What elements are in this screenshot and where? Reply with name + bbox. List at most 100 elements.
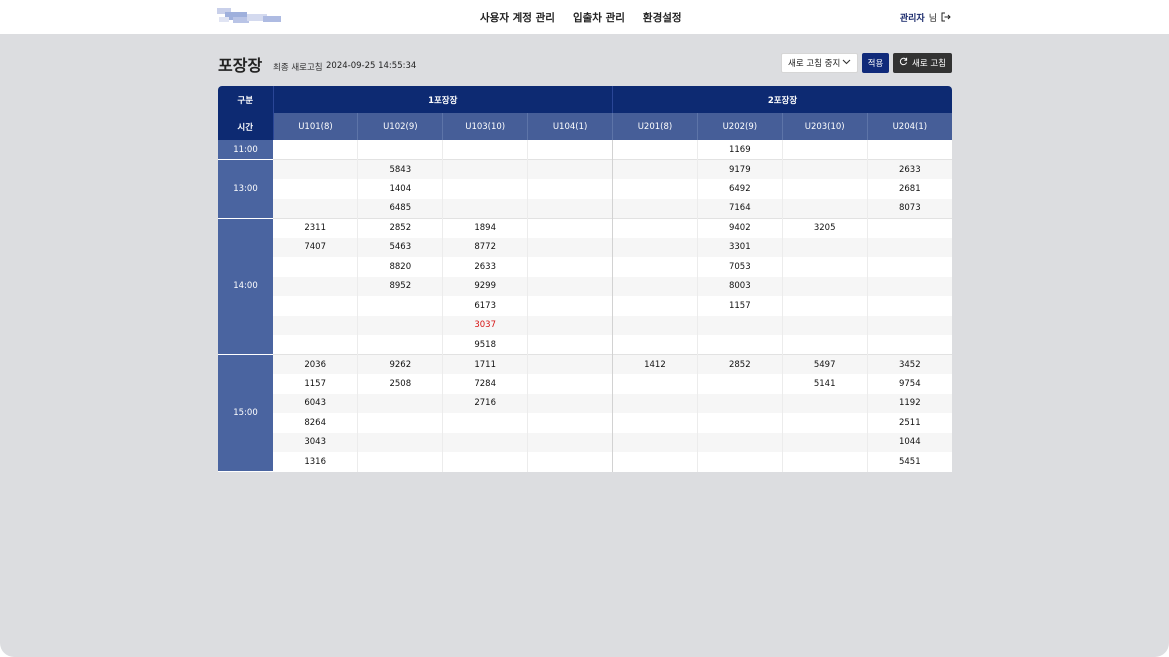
table-cell: 5463 bbox=[357, 237, 444, 257]
table-cell bbox=[867, 217, 952, 238]
table-cell: 5141 bbox=[782, 374, 868, 394]
table-cell bbox=[527, 374, 613, 394]
table-cell bbox=[442, 413, 529, 433]
table-cell bbox=[612, 217, 698, 238]
table-cell: 1044 bbox=[867, 432, 952, 452]
table-cell bbox=[612, 315, 698, 335]
table-cell bbox=[357, 452, 444, 472]
table-cell bbox=[612, 257, 698, 277]
nav-user-account[interactable]: 사용자 계정 관리 bbox=[480, 10, 555, 25]
table-cell: 7053 bbox=[697, 257, 783, 277]
table-cell: 2508 bbox=[357, 374, 444, 394]
table-cell bbox=[442, 432, 529, 452]
table-cell bbox=[527, 237, 613, 257]
column-header: U104(1) bbox=[527, 113, 613, 140]
table-cell: 8952 bbox=[357, 276, 444, 296]
table-row: 7407 5463 8772 3301 bbox=[218, 237, 952, 257]
column-header: U203(10) bbox=[782, 113, 868, 140]
table-row: 9518 bbox=[218, 335, 952, 355]
refresh-interval-select[interactable]: 새로 고침 중지 bbox=[781, 53, 858, 73]
table-row: 3043 1044 bbox=[218, 432, 952, 452]
time-slot-label: 11:00 bbox=[218, 140, 273, 160]
table-cell bbox=[527, 393, 613, 413]
column-header: U201(8) bbox=[612, 113, 698, 140]
table-cell bbox=[612, 198, 698, 218]
table-cell bbox=[357, 413, 444, 433]
table-cell bbox=[782, 452, 868, 472]
table-cell bbox=[867, 237, 952, 257]
nav-vehicle-inout[interactable]: 입출차 관리 bbox=[573, 10, 625, 25]
table-cell bbox=[782, 198, 868, 218]
table-cell: 8003 bbox=[697, 276, 783, 296]
logout-icon[interactable] bbox=[941, 12, 951, 22]
table-row: 8820 2633 7053 bbox=[218, 257, 952, 277]
column-header: U204(1) bbox=[867, 113, 952, 140]
table-cell bbox=[782, 237, 868, 257]
table-cell bbox=[782, 257, 868, 277]
table-cell: 1157 bbox=[697, 296, 783, 316]
table-cell: 6492 bbox=[697, 179, 783, 199]
table-cell bbox=[273, 335, 359, 355]
table-cell: 2716 bbox=[442, 393, 529, 413]
table-cell bbox=[527, 296, 613, 316]
table-cell: 9262 bbox=[357, 354, 444, 374]
table-cell bbox=[442, 452, 529, 472]
group-header-1: 1포장장 bbox=[273, 86, 613, 113]
table-row: 1404 6492 2681 bbox=[218, 179, 952, 199]
table-row: 6485 7164 8073 bbox=[218, 198, 952, 218]
corner-category: 구분 bbox=[218, 86, 274, 113]
table-row: 6173 1157 bbox=[218, 296, 952, 316]
table-cell bbox=[357, 393, 444, 413]
main-nav: 사용자 계정 관리 입출차 관리 환경설정 bbox=[480, 0, 682, 34]
table-cell bbox=[357, 335, 444, 355]
table-cell: 2311 bbox=[273, 217, 359, 238]
group-header-2: 2포장장 bbox=[612, 86, 952, 113]
time-slot-label: 15:00 bbox=[218, 354, 273, 472]
table-cell bbox=[612, 374, 698, 394]
table-cell bbox=[782, 315, 868, 335]
table-cell bbox=[527, 179, 613, 199]
table-body: 11:00 1169 13:00 5843 9179 2633 1404 6492 2681 64… bbox=[218, 140, 952, 472]
table-cell bbox=[612, 335, 698, 355]
table-cell bbox=[697, 335, 783, 355]
table-cell: 9402 bbox=[697, 217, 783, 238]
table-cell bbox=[357, 296, 444, 316]
last-refresh-time: 2024-09-25 14:55:34 bbox=[326, 61, 417, 71]
nav-settings[interactable]: 환경설정 bbox=[643, 10, 682, 25]
table-cell bbox=[612, 179, 698, 199]
table-cell bbox=[442, 179, 529, 199]
table-cell bbox=[782, 296, 868, 316]
refresh-button[interactable]: 새로 고침 bbox=[893, 53, 952, 73]
time-slot-label: 13:00 bbox=[218, 159, 273, 219]
table-cell bbox=[527, 335, 613, 355]
table-cell: 8264 bbox=[273, 413, 359, 433]
table-cell bbox=[273, 257, 359, 277]
table-row: 1157 2508 7284 5141 9754 bbox=[218, 374, 952, 394]
table-cell bbox=[273, 276, 359, 296]
table-cell: 5843 bbox=[357, 159, 444, 179]
table-cell: 1711 bbox=[442, 354, 529, 374]
table-row: 8952 9299 8003 bbox=[218, 276, 952, 296]
table-cell: 1404 bbox=[357, 179, 444, 199]
table-cell bbox=[782, 159, 868, 179]
table-cell bbox=[867, 315, 952, 335]
apply-button[interactable]: 적용 bbox=[862, 53, 889, 73]
refresh-controls: 새로 고침 중지 적용 새로 고침 bbox=[781, 53, 952, 73]
table-cell: 8073 bbox=[867, 198, 952, 218]
table-cell: 2681 bbox=[898, 183, 921, 194]
table-cell bbox=[612, 296, 698, 316]
table-cell: 6043 bbox=[273, 393, 359, 413]
table-cell bbox=[527, 198, 613, 218]
table-cell: 9299 bbox=[442, 276, 529, 296]
table-cell bbox=[612, 159, 698, 179]
table-cell: 3043 bbox=[273, 432, 359, 452]
table-row: 13:00 5843 9179 2633 bbox=[218, 159, 952, 219]
table-cell bbox=[697, 374, 783, 394]
table-cell bbox=[273, 315, 359, 335]
table-cell: 6173 bbox=[442, 296, 529, 316]
table-cell: 9754 bbox=[898, 378, 921, 389]
table-cell: 6485 bbox=[357, 198, 444, 218]
table-cell bbox=[782, 413, 868, 433]
table-cell bbox=[612, 140, 698, 160]
logo[interactable] bbox=[217, 8, 281, 24]
